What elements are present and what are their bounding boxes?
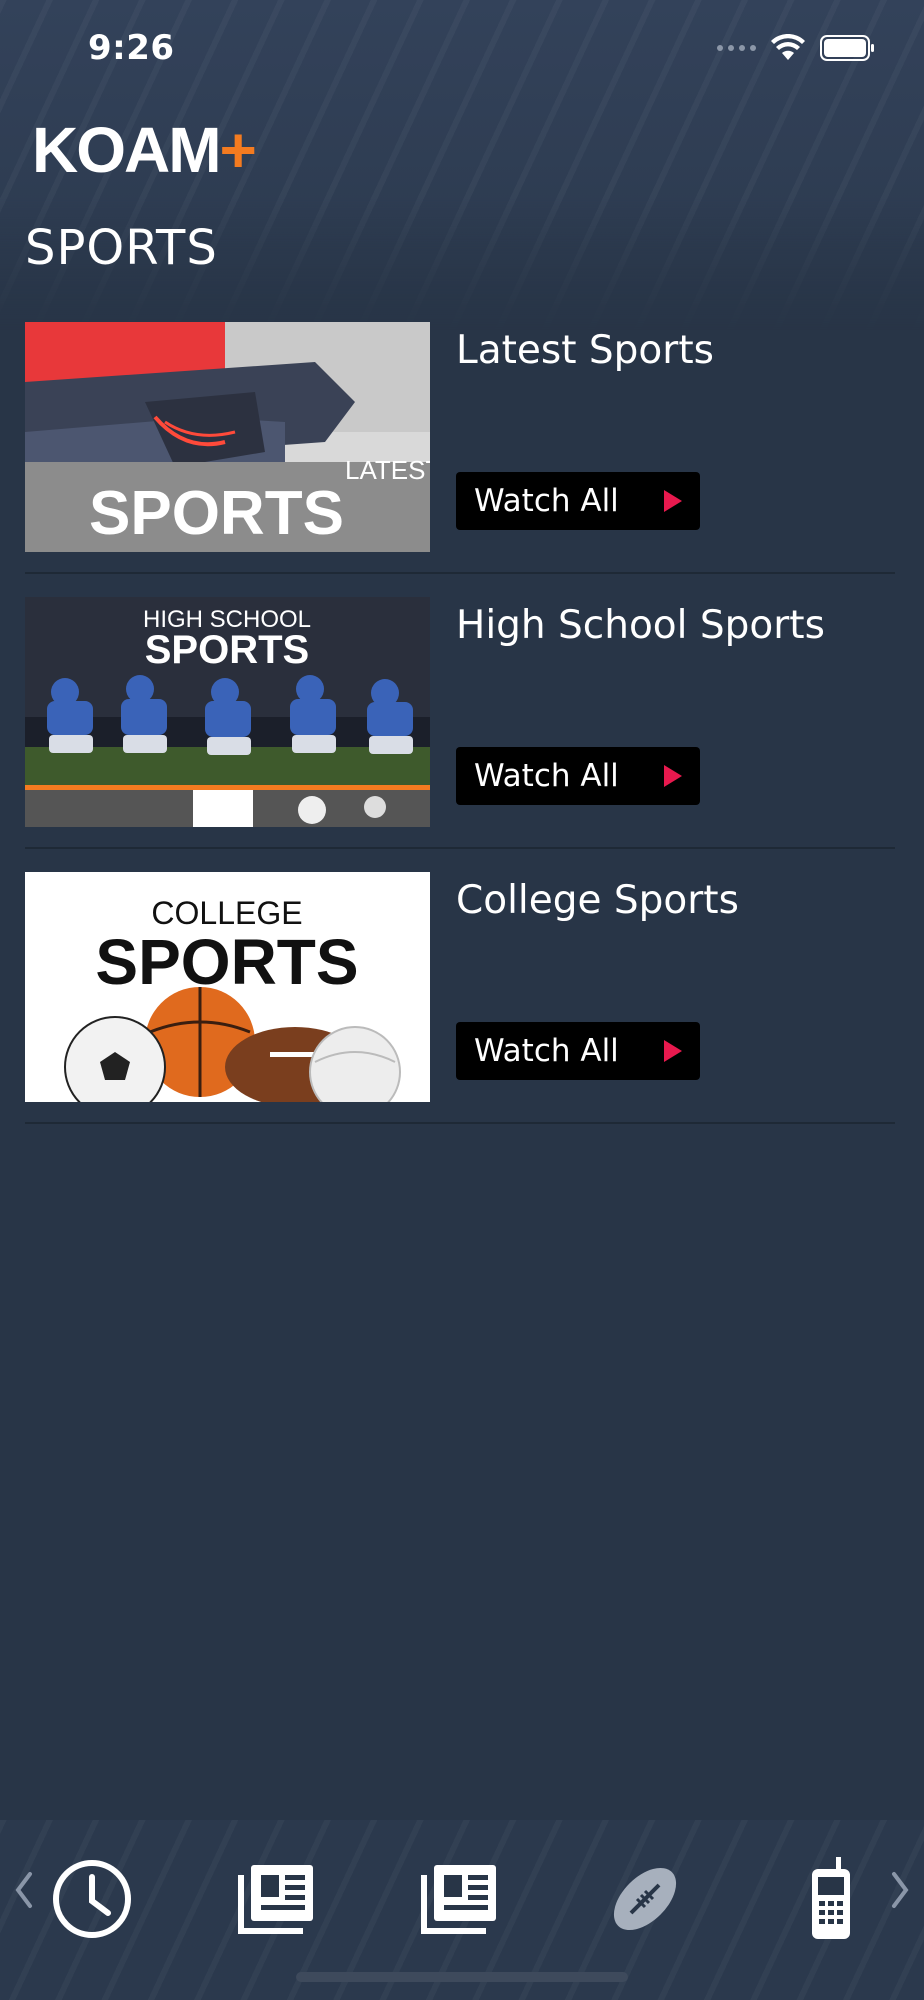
section-row-latest-sports: LATEST SPORTS Latest Sports Watch All: [0, 322, 924, 597]
college-sports-thumbnail[interactable]: COLLEGE SPORTS: [25, 872, 430, 1102]
status-bar: 9:26: [0, 0, 924, 100]
watch-all-label: Watch All: [474, 758, 619, 794]
signal-icon: [717, 45, 756, 51]
section-title[interactable]: Latest Sports: [456, 328, 714, 373]
wifi-icon: [771, 34, 805, 60]
thumb-text-sports: SPORTS: [95, 926, 358, 998]
divider: [25, 847, 895, 849]
section-row-college-sports: COLLEGE SPORTS College Sports Watch All: [0, 872, 924, 1147]
tab-news-1[interactable]: [232, 1854, 322, 1944]
tab-news-2[interactable]: [415, 1854, 505, 1944]
watch-all-label: Watch All: [474, 483, 619, 519]
battery-icon: [820, 35, 874, 61]
thumb-text-sports: SPORTS: [89, 479, 344, 548]
tab-contact[interactable]: [786, 1854, 876, 1944]
phone-icon: [812, 1857, 850, 1939]
section-row-high-school-sports: HIGH SCHOOL SPORTS High School Sports Wa…: [0, 597, 924, 872]
divider: [25, 1122, 895, 1124]
home-indicator: [296, 1972, 628, 1982]
news-icon: [238, 1865, 313, 1934]
section-title[interactable]: High School Sports: [456, 603, 825, 648]
football-icon: [613, 1867, 677, 1931]
play-icon: [664, 1040, 682, 1062]
status-time: 9:26: [88, 28, 175, 68]
play-icon: [664, 490, 682, 512]
tab-recent[interactable]: [47, 1854, 137, 1944]
thumb-text-latest: LATEST: [345, 455, 430, 485]
section-title[interactable]: College Sports: [456, 878, 739, 923]
chevron-right-icon[interactable]: [888, 1860, 914, 1920]
divider: [25, 572, 895, 574]
latest-sports-thumbnail[interactable]: LATEST SPORTS: [25, 322, 430, 552]
clock-icon: [53, 1860, 131, 1938]
news-icon: [421, 1865, 496, 1934]
status-icons: [717, 34, 876, 62]
watch-all-label: Watch All: [474, 1033, 619, 1069]
high-school-sports-thumbnail[interactable]: HIGH SCHOOL SPORTS: [25, 597, 430, 827]
chevron-left-icon[interactable]: [10, 1860, 36, 1920]
watch-all-button[interactable]: Watch All: [456, 1022, 700, 1080]
watch-all-button[interactable]: Watch All: [456, 472, 700, 530]
page-title: SPORTS: [25, 220, 218, 276]
tab-sports[interactable]: [600, 1854, 690, 1944]
koam-logo: KOAM+: [32, 114, 257, 186]
play-icon: [664, 765, 682, 787]
thumb-text-sports: SPORTS: [145, 628, 309, 672]
watch-all-button[interactable]: Watch All: [456, 747, 700, 805]
